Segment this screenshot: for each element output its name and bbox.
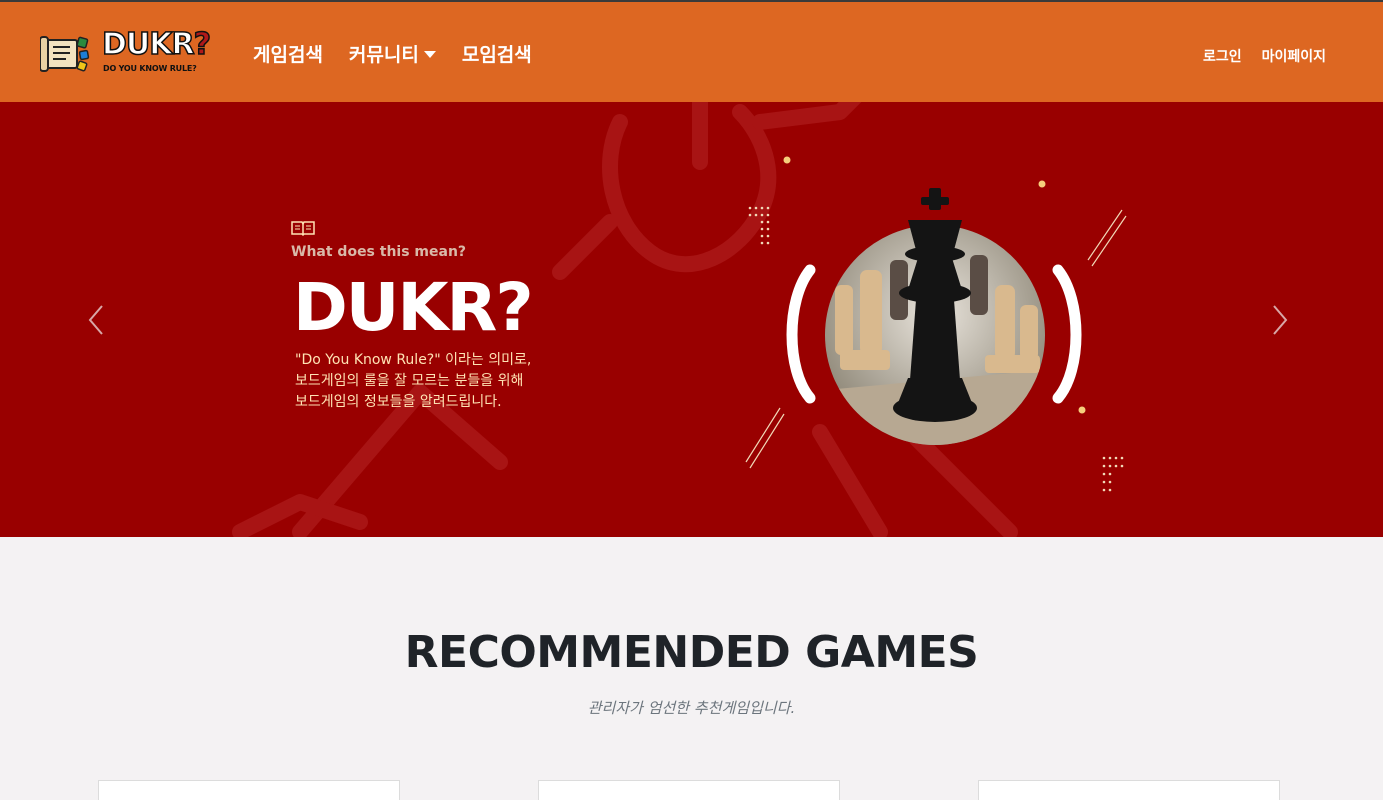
login-link[interactable]: 로그인 [1203,46,1242,66]
game-card[interactable] [978,780,1280,800]
caret-down-icon [423,51,436,58]
nav-community-dropdown[interactable]: 커뮤니티 [349,40,436,67]
chess-king-image [745,156,1127,492]
section-subtitle: 관리자가 엄선한 추천게임입니다. [587,699,796,717]
hero-carousel: What does this mean? DUKR? "Do You Know … [0,102,1383,537]
hero-description-line: 보드게임의 룰을 잘 모르는 분들을 위해 [295,373,524,389]
mypage-link[interactable]: 마이페이지 [1262,46,1326,66]
chevron-left-icon[interactable] [84,302,112,338]
hero-description: "Do You Know Rule?" 이라는 의미로, 보드게임의 룰을 잘 … [295,350,531,413]
hero-description-line: "Do You Know Rule?" 이라는 의미로, [295,352,532,368]
hero-description-line: 보드게임의 정보들을 알려드립니다. [295,394,502,410]
hero-question: What does this mean? [291,244,467,260]
user-nav: 로그인 마이페이지 [1183,46,1326,66]
book-icon [291,221,315,236]
nav-game-search[interactable]: 게임검색 [253,40,323,67]
scroll-dice-logo-icon [40,36,90,72]
logo[interactable]: DUKR? DO YOU KNOW RULE? [40,27,212,80]
section-title: RECOMMENDED GAMES [404,627,979,678]
nav-meetup-search[interactable]: 모임검색 [462,40,532,67]
logo-wordmark: DUKR? [101,27,212,63]
logo-tagline: DO YOU KNOW RULE? [103,64,197,73]
hero-title: DUKR? [293,269,534,346]
main-nav: 게임검색 커뮤니티 모임검색 [253,40,558,67]
game-card[interactable] [98,780,400,800]
navbar: DUKR? DO YOU KNOW RULE? 게임검색 커뮤니티 모임검색 로… [0,0,1383,102]
game-card[interactable] [538,780,840,800]
chevron-right-icon[interactable] [1266,302,1294,338]
recommended-section: RECOMMENDED GAMES 관리자가 엄선한 추천게임입니다. [0,537,1383,800]
hero-background-pattern [232,102,1018,537]
